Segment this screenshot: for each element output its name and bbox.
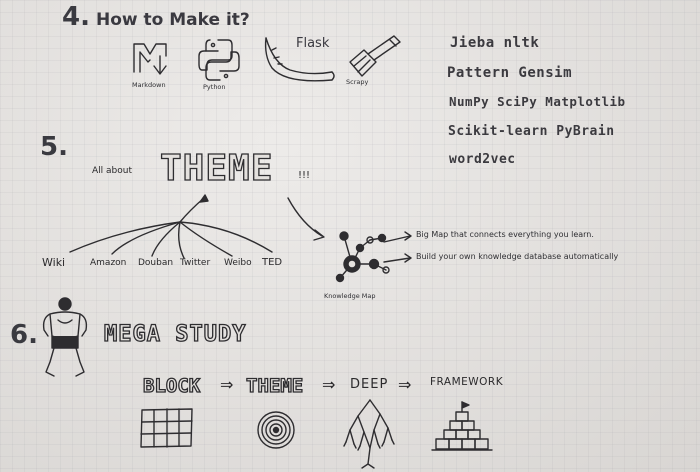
flow-arrow-2: ⇒ bbox=[322, 375, 336, 394]
source-twitter: Twitter bbox=[180, 258, 211, 268]
deep-tree-icon bbox=[343, 399, 395, 469]
strongman-figure bbox=[42, 297, 88, 377]
source-ted: TED bbox=[262, 257, 283, 268]
flow-deep: DEEP bbox=[350, 377, 389, 392]
mega-study-title: MEGA STUDY bbox=[103, 321, 247, 347]
source-amazon: Amazon bbox=[90, 258, 127, 268]
source-douban: Douban bbox=[138, 258, 174, 268]
flow-block: BLOCK bbox=[142, 374, 201, 397]
note-build-database: Build your own knowledge database automa… bbox=[416, 252, 619, 261]
flow-arrow-1: ⇒ bbox=[220, 375, 234, 394]
note-arrows bbox=[383, 231, 412, 263]
section-6-number: 6. bbox=[10, 320, 38, 350]
concentric-target-icon bbox=[257, 411, 295, 449]
source-weibo: Weibo bbox=[224, 258, 252, 268]
source-wiki: Wiki bbox=[42, 256, 66, 269]
flow-framework: FRAMEWORK bbox=[430, 376, 504, 388]
block-grid-icon bbox=[140, 408, 193, 448]
pyramid-blocks-icon bbox=[431, 401, 493, 451]
flow-arrow-3: ⇒ bbox=[398, 375, 412, 394]
flow-theme: THEME bbox=[245, 374, 304, 397]
knowledge-map-label: Knowledge Map bbox=[324, 292, 376, 300]
note-big-map: Big Map that connects everything you lea… bbox=[416, 230, 594, 239]
